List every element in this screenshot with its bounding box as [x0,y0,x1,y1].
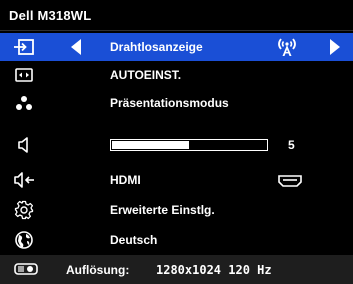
resolution-label: Auflösung: [66,263,130,277]
resolution-value: 1280x1024 120 Hz [156,263,272,277]
wireless-antenna-icon [272,36,302,58]
volume-value: 5 [288,138,295,152]
menu-item-auto-adjust[interactable]: AUTOEINST. [0,61,353,89]
title-bar: Dell M318WL [0,0,353,30]
projector-icon [14,262,38,276]
title-divider [0,30,353,31]
menu-item-label: Drahtlosanzeige [110,40,203,54]
volume-slider-fill [112,141,189,149]
volume-slider[interactable] [110,139,268,151]
menu-item-advanced-settings[interactable]: Erweiterte Einstlg. [0,196,353,224]
presentation-mode-icon [12,93,36,113]
menu-item-label: Deutsch [110,233,158,247]
menu-item-label: AUTOEINST. [110,68,182,82]
status-bar: Auflösung: 1280x1024 120 Hz [0,255,353,284]
advanced-settings-icon [12,200,36,220]
menu-item-language[interactable]: Deutsch [0,226,353,254]
menu-item-presentation-mode[interactable]: Präsentationsmodus [0,89,353,117]
audio-input-icon [12,170,36,190]
previous-option-arrow-icon[interactable] [71,39,81,55]
window-title: Dell M318WL [9,8,92,23]
menu-item-volume[interactable]: 5 [0,131,353,159]
menu-item-audio-input[interactable]: HDMI [0,166,353,194]
menu-item-label: HDMI [110,173,141,187]
menu-item-label: Präsentationsmodus [110,96,229,110]
hdmi-port-icon [278,174,302,187]
menu-item-label: Erweiterte Einstlg. [110,203,215,217]
menu-item-wireless-display[interactable]: Drahtlosanzeige [0,33,353,61]
next-option-arrow-icon[interactable] [330,39,340,55]
auto-adjust-icon [12,65,36,85]
osd-menu: Dell M318WL Drahtlosanzeige AUTOEINST. P… [0,0,353,284]
input-source-icon [12,37,36,57]
language-globe-icon [12,230,36,250]
volume-icon [12,135,36,155]
